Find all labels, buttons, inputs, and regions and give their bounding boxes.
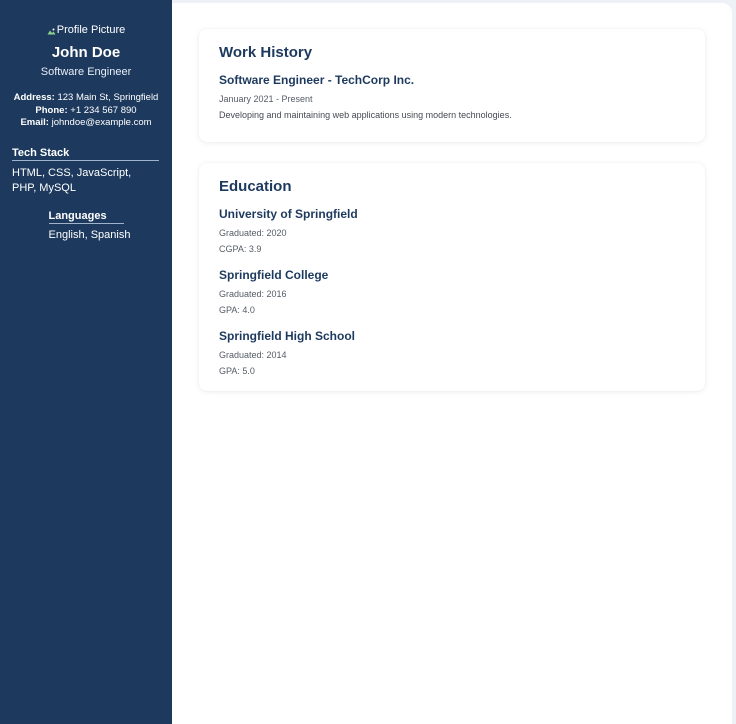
- contact-info: Address: 123 Main St, Springfield Phone:…: [12, 92, 160, 130]
- education-entry: Springfield High School Graduated: 2014 …: [219, 329, 685, 379]
- work-entry: Software Engineer - TechCorp Inc. Januar…: [219, 73, 685, 123]
- person-name: John Doe: [51, 44, 121, 61]
- school-name: University of Springfield: [219, 207, 358, 221]
- broken-image-icon: [47, 26, 56, 34]
- graduation-year: Graduated: 2014: [219, 350, 287, 360]
- contact-phone: Phone: +1 234 567 890: [12, 105, 160, 118]
- job-title: Software Engineer - TechCorp Inc.: [219, 73, 415, 87]
- education-entry: Springfield College Graduated: 2016 GPA:…: [219, 268, 685, 318]
- work-history-title: Work History: [219, 44, 313, 61]
- resume-page: Profile Picture John Doe Software Engine…: [0, 0, 736, 724]
- languages-section: Languages English, Spanish: [12, 210, 160, 241]
- main-content: Work History Software Engineer - TechCor…: [172, 3, 732, 724]
- job-description: Developing and maintaining web applicati…: [219, 110, 512, 120]
- graduation-year: Graduated: 2016: [219, 289, 287, 299]
- address-value: 123 Main St, Springfield: [57, 92, 159, 103]
- languages-list: English, Spanish: [48, 228, 131, 241]
- address-label: Address:: [13, 92, 55, 103]
- grade: CGPA: 3.9: [219, 244, 262, 254]
- contact-email: Email: johndoe@example.com: [12, 117, 160, 130]
- sidebar: Profile Picture John Doe Software Engine…: [0, 0, 172, 724]
- education-title: Education: [219, 178, 292, 195]
- graduation-year: Graduated: 2020: [219, 228, 287, 238]
- profile-picture-alt-text: Profile Picture: [56, 24, 126, 36]
- grade: GPA: 5.0: [219, 366, 255, 376]
- profile-picture: Profile Picture: [12, 22, 160, 38]
- education-entry: University of Springfield Graduated: 202…: [219, 207, 685, 257]
- school-name: Springfield College: [219, 268, 329, 282]
- phone-label: Phone:: [35, 104, 68, 116]
- languages-title: Languages: [48, 210, 124, 224]
- grade: GPA: 4.0: [219, 305, 255, 315]
- school-name: Springfield High School: [219, 329, 355, 343]
- job-dates: January 2021 - Present: [219, 94, 313, 104]
- person-role: Software Engineer: [40, 66, 132, 78]
- tech-stack-title: Tech Stack: [12, 147, 159, 161]
- contact-address: Address: 123 Main St, Springfield: [12, 92, 160, 105]
- email-value: johndoe@example.com: [51, 117, 152, 128]
- tech-stack-list: HTML, CSS, JavaScript, PHP, MySQL: [12, 166, 132, 194]
- education-card: Education University of Springfield Grad…: [199, 163, 705, 391]
- phone-value: +1 234 567 890: [70, 104, 137, 116]
- email-label: Email:: [20, 117, 49, 128]
- work-history-card: Work History Software Engineer - TechCor…: [199, 29, 705, 142]
